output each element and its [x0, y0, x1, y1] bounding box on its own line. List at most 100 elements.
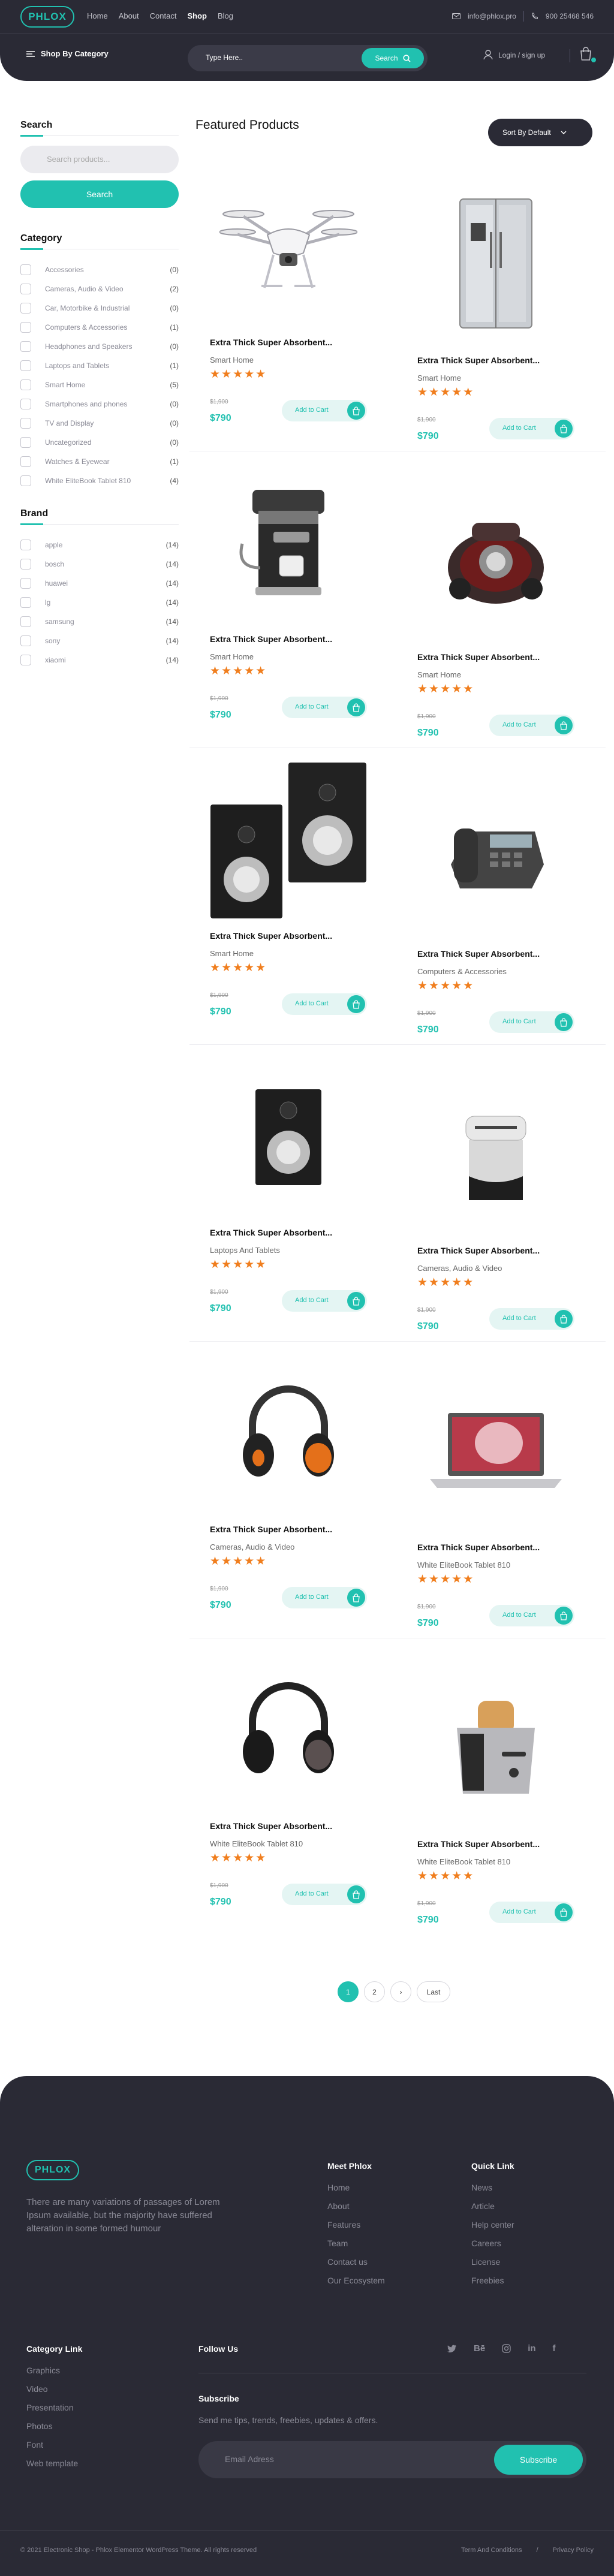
checkbox[interactable]	[20, 360, 31, 371]
footer-link[interactable]: Font	[26, 2440, 82, 2459]
checkbox[interactable]	[20, 597, 31, 608]
privacy-link[interactable]: Privacy Policy	[553, 2547, 594, 2554]
product-card[interactable]: Extra Thick Super Absorbent... White Elit…	[397, 1662, 595, 1944]
footer-link[interactable]: News	[471, 2183, 514, 2201]
product-name[interactable]: Extra Thick Super Absorbent...	[417, 355, 540, 365]
footer-link[interactable]: Contact us	[327, 2257, 385, 2276]
brand-filter-item[interactable]: lg (14)	[20, 593, 179, 612]
product-name[interactable]: Extra Thick Super Absorbent...	[417, 1246, 540, 1255]
add-to-cart-button[interactable]: Add to Cart	[282, 697, 367, 718]
footer-link[interactable]: License	[471, 2257, 514, 2276]
checkbox[interactable]	[20, 399, 31, 409]
product-name[interactable]: Extra Thick Super Absorbent...	[417, 1542, 540, 1552]
nav-blog[interactable]: Blog	[218, 11, 233, 20]
product-image[interactable]	[201, 457, 375, 631]
email-field[interactable]: Email Adress	[225, 2454, 274, 2464]
add-to-cart-button[interactable]: Add to Cart	[489, 1902, 574, 1923]
footer-link[interactable]: Web template	[26, 2459, 82, 2477]
header-search-input[interactable]: Type Here..	[206, 53, 243, 62]
category-filter-item[interactable]: Smart Home (5)	[20, 375, 179, 394]
product-card[interactable]: Extra Thick Super Absorbent... Smart Home…	[397, 475, 595, 757]
product-image[interactable]	[201, 754, 375, 927]
nav-contact[interactable]: Contact	[150, 11, 177, 20]
category-filter-item[interactable]: Car, Motorbike & Industrial (0)	[20, 299, 179, 318]
checkbox[interactable]	[20, 341, 31, 352]
site-logo[interactable]: PHLOX	[20, 6, 74, 28]
add-to-cart-button[interactable]: Add to Cart	[489, 418, 574, 439]
add-to-cart-button[interactable]: Add to Cart	[489, 1308, 574, 1330]
add-to-cart-button[interactable]: Add to Cart	[489, 1011, 574, 1033]
facebook-icon[interactable]: f	[553, 2343, 556, 2354]
category-filter-item[interactable]: Cameras, Audio & Video (2)	[20, 279, 179, 299]
nav-home[interactable]: Home	[87, 11, 108, 20]
sort-dropdown[interactable]: Sort By Default	[488, 119, 592, 146]
product-card[interactable]: Extra Thick Super Absorbent... White Elit…	[189, 1644, 387, 1926]
brand-filter-item[interactable]: sony (14)	[20, 631, 179, 650]
brand-filter-item[interactable]: apple (14)	[20, 535, 179, 555]
footer-link[interactable]: Video	[26, 2384, 82, 2403]
cart-button[interactable]	[579, 47, 597, 65]
checkbox[interactable]	[20, 379, 31, 390]
nav-shop[interactable]: Shop	[187, 11, 207, 20]
contact-phone[interactable]: 900 25468 546	[546, 12, 594, 20]
checkbox[interactable]	[20, 475, 31, 486]
checkbox[interactable]	[20, 616, 31, 627]
footer-link[interactable]: Team	[327, 2238, 385, 2257]
terms-link[interactable]: Term And Conditions	[461, 2547, 522, 2554]
checkbox[interactable]	[20, 322, 31, 333]
footer-link[interactable]: Freebies	[471, 2276, 514, 2294]
subscribe-button[interactable]: Subscribe	[494, 2445, 583, 2475]
product-card[interactable]: Extra Thick Super Absorbent... Cameras, A…	[397, 1068, 595, 1350]
checkbox[interactable]	[20, 284, 31, 294]
add-to-cart-button[interactable]: Add to Cart	[282, 1587, 367, 1608]
brand-filter-item[interactable]: samsung (14)	[20, 612, 179, 631]
checkbox[interactable]	[20, 437, 31, 448]
footer-link[interactable]: Graphics	[26, 2366, 82, 2384]
category-filter-item[interactable]: Computers & Accessories (1)	[20, 318, 179, 337]
behance-icon[interactable]: Bē	[474, 2343, 485, 2354]
checkbox[interactable]	[20, 559, 31, 570]
product-name[interactable]: Extra Thick Super Absorbent...	[210, 1821, 332, 1831]
category-filter-item[interactable]: Headphones and Speakers (0)	[20, 337, 179, 356]
product-image[interactable]	[201, 160, 375, 334]
footer-link[interactable]: Home	[327, 2183, 385, 2201]
product-search-button[interactable]: Search	[20, 180, 179, 208]
product-image[interactable]	[409, 178, 583, 352]
product-image[interactable]	[201, 1050, 375, 1224]
page-1-button[interactable]: 1	[338, 1981, 359, 2002]
checkbox[interactable]	[20, 578, 31, 589]
checkbox[interactable]	[20, 418, 31, 429]
add-to-cart-button[interactable]: Add to Cart	[282, 1290, 367, 1312]
footer-link[interactable]: Presentation	[26, 2403, 82, 2421]
product-image[interactable]	[409, 475, 583, 649]
add-to-cart-button[interactable]: Add to Cart	[282, 1884, 367, 1905]
checkbox[interactable]	[20, 540, 31, 550]
checkbox[interactable]	[20, 264, 31, 275]
last-page-button[interactable]: Last	[417, 1981, 450, 2002]
nav-about[interactable]: About	[119, 11, 139, 20]
category-filter-item[interactable]: TV and Display (0)	[20, 414, 179, 433]
footer-link[interactable]: About	[327, 2201, 385, 2220]
product-card[interactable]: Extra Thick Super Absorbent... Smart Home…	[189, 160, 387, 442]
page-2-button[interactable]: 2	[364, 1981, 385, 2002]
product-card[interactable]: Extra Thick Super Absorbent... Smart Home…	[397, 178, 595, 460]
product-card[interactable]: Extra Thick Super Absorbent... White Elit…	[397, 1365, 595, 1647]
product-image[interactable]	[409, 1662, 583, 1836]
brand-filter-item[interactable]: xiaomi (14)	[20, 650, 179, 670]
brand-filter-item[interactable]: huawei (14)	[20, 574, 179, 593]
product-card[interactable]: Extra Thick Super Absorbent... Smart Home…	[189, 457, 387, 739]
twitter-icon[interactable]	[447, 2343, 457, 2354]
add-to-cart-button[interactable]: Add to Cart	[489, 715, 574, 736]
header-search-button[interactable]: Search	[362, 48, 424, 68]
brand-filter-item[interactable]: bosch (14)	[20, 555, 179, 574]
footer-link[interactable]: Careers	[471, 2238, 514, 2257]
category-filter-item[interactable]: Watches & Eyewear (1)	[20, 452, 179, 471]
linkedin-icon[interactable]: in	[528, 2343, 535, 2354]
add-to-cart-button[interactable]: Add to Cart	[282, 400, 367, 421]
product-card[interactable]: Extra Thick Super Absorbent... Computers …	[397, 772, 595, 1053]
footer-logo[interactable]: PHLOX	[26, 2160, 79, 2180]
category-filter-item[interactable]: Accessories (0)	[20, 260, 179, 279]
footer-link[interactable]: Our Ecosystem	[327, 2276, 385, 2294]
product-name[interactable]: Extra Thick Super Absorbent...	[210, 338, 332, 347]
product-name[interactable]: Extra Thick Super Absorbent...	[417, 949, 540, 959]
